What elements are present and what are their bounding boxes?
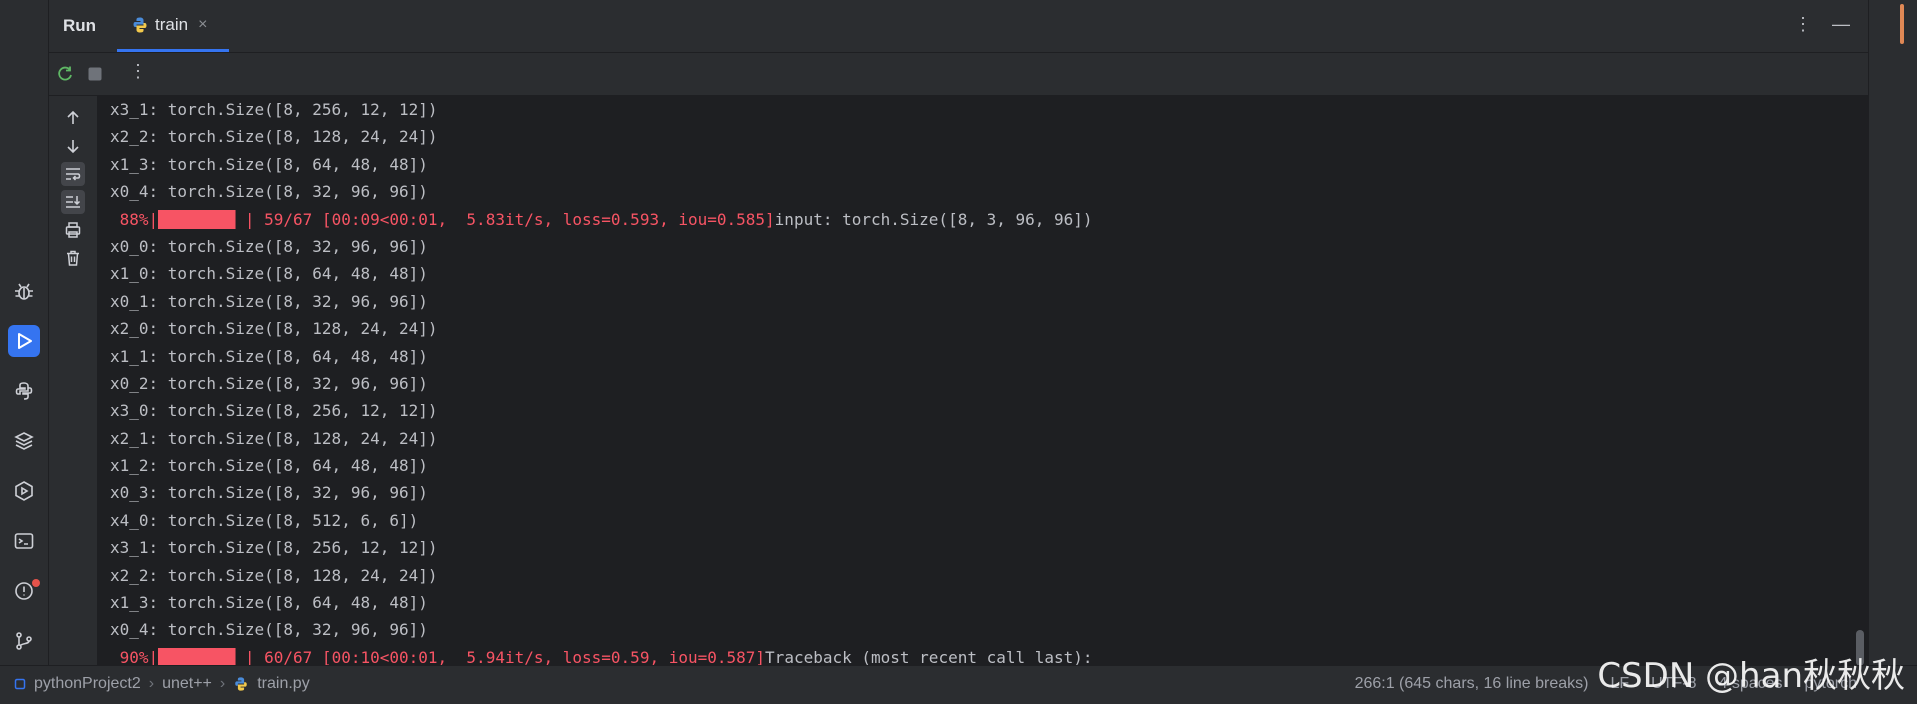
console-line: x2_2: torch.Size([8, 128, 24, 24]) [110, 565, 438, 585]
python-packages-button[interactable] [8, 425, 40, 457]
tab-train-label: train [155, 15, 189, 34]
run-icon [18, 333, 32, 349]
right-strip-accent [1900, 4, 1904, 44]
console-line: x2_1: torch.Size([8, 128, 24, 24]) [110, 428, 438, 448]
debug-tool-button[interactable] [8, 275, 40, 307]
progress-tail-text: Traceback (most recent call last): [765, 647, 1093, 665]
services-icon [15, 481, 33, 501]
run-toolbar: ⋮ [49, 53, 1868, 96]
scroll-down-button[interactable] [61, 134, 85, 158]
run-tool-button[interactable] [8, 325, 40, 357]
tab-active-indicator [117, 49, 229, 52]
run-panel-title: Run [63, 16, 97, 35]
console-line: x2_0: torch.Size([8, 128, 24, 24]) [110, 319, 438, 339]
bug-icon [15, 283, 33, 300]
toolbar-more-icon[interactable]: ⋮ [129, 61, 147, 82]
watermark: CSDN @han秋秋秋 [1597, 656, 1905, 696]
breadcrumb-separator-icon: › [148, 675, 155, 692]
run-panel-header: Run train × ⋮ — [49, 0, 1868, 53]
progress-line: 88%|████████ | 59/67 [00:09<00:01, 5.83i… [110, 206, 1093, 233]
console-line: x3_0: torch.Size([8, 256, 12, 12]) [110, 401, 438, 421]
console-line: x1_0: torch.Size([8, 64, 48, 48]) [110, 264, 428, 284]
console-line: x1_1: torch.Size([8, 64, 48, 48]) [110, 346, 428, 366]
trash-icon [67, 250, 79, 266]
python-file-icon [133, 17, 147, 33]
soft-wrap-icon [66, 168, 81, 181]
progress-line: 90%|████████ | 60/67 [00:10<00:01, 5.94i… [110, 644, 1093, 665]
progress-info: | 59/67 [00:09<00:01, 5.83it/s, loss=0.5… [235, 209, 775, 229]
services-tool-button[interactable] [8, 475, 40, 507]
more-options-icon[interactable]: ⋮ [1794, 14, 1812, 35]
console-line: x4_0: torch.Size([8, 512, 6, 6]) [110, 510, 419, 530]
console-line: x1_3: torch.Size([8, 64, 48, 48]) [110, 593, 428, 613]
progress-tail-text: input: torch.Size([8, 3, 96, 96]) [774, 209, 1093, 229]
tab-train[interactable]: train × [117, 0, 229, 52]
soft-wrap-button[interactable] [61, 162, 85, 186]
console-line: x0_1: torch.Size([8, 32, 96, 96]) [110, 291, 428, 311]
python-console-button[interactable] [8, 375, 40, 407]
console-side-toolbar [49, 96, 97, 665]
console-line: x3_1: torch.Size([8, 256, 12, 12]) [110, 538, 438, 558]
breadcrumb: pythonProject2 › unet++ › train.py [14, 675, 310, 693]
git-tool-button[interactable] [8, 625, 40, 657]
print-button[interactable] [61, 218, 85, 242]
stop-icon [88, 67, 102, 81]
notification-dot [32, 579, 40, 587]
terminal-icon [14, 533, 34, 549]
console-line: x3_1: torch.Size([8, 256, 12, 12]) [110, 100, 438, 119]
scroll-to-end-icon [66, 196, 81, 208]
git-branch-icon [16, 632, 32, 650]
tab-close-icon[interactable]: × [198, 16, 207, 34]
left-tool-strip [0, 0, 49, 703]
minimize-icon[interactable]: — [1832, 14, 1850, 35]
python-icon [15, 382, 33, 400]
breadcrumb-file[interactable]: train.py [257, 675, 309, 693]
breadcrumb-separator-icon: › [219, 675, 226, 692]
print-icon [65, 222, 81, 238]
caret-position[interactable]: 266:1 (645 chars, 16 line breaks) [1355, 675, 1589, 693]
right-tool-strip [1868, 0, 1917, 665]
progress-percent: 88%| [110, 209, 159, 229]
python-file-icon [235, 677, 247, 691]
problems-tool-button[interactable] [8, 575, 40, 607]
layers-icon [14, 432, 34, 450]
arrow-down-icon [67, 140, 79, 154]
progress-bar: ████████ [158, 647, 236, 665]
clear-console-button[interactable] [61, 246, 85, 270]
stop-button[interactable] [87, 66, 103, 87]
arrow-up-icon [67, 110, 79, 124]
project-icon [14, 678, 26, 690]
console-output[interactable]: x3_1: torch.Size([8, 256, 12, 12]) x2_2: … [97, 96, 1868, 665]
scroll-up-button[interactable] [61, 106, 85, 130]
console-line: x0_2: torch.Size([8, 32, 96, 96]) [110, 373, 428, 393]
terminal-tool-button[interactable] [8, 525, 40, 557]
console-line: x0_4: torch.Size([8, 32, 96, 96]) [110, 182, 428, 202]
console-line: x0_4: torch.Size([8, 32, 96, 96]) [110, 620, 428, 640]
progress-info: | 60/67 [00:10<00:01, 5.94it/s, loss=0.5… [235, 647, 766, 665]
console-line: x0_3: torch.Size([8, 32, 96, 96]) [110, 483, 428, 503]
console-line: x1_3: torch.Size([8, 64, 48, 48]) [110, 154, 428, 174]
console-line: x1_2: torch.Size([8, 64, 48, 48]) [110, 456, 428, 476]
console-line: x0_0: torch.Size([8, 32, 96, 96]) [110, 236, 428, 256]
progress-bar: ████████ [158, 209, 236, 229]
scroll-to-end-button[interactable] [61, 190, 85, 214]
console-line: x2_2: torch.Size([8, 128, 24, 24]) [110, 127, 438, 147]
breadcrumb-folder[interactable]: unet++ [162, 675, 212, 693]
rerun-button[interactable] [55, 64, 75, 89]
progress-percent: 90%| [110, 647, 159, 665]
breadcrumb-project[interactable]: pythonProject2 [34, 675, 141, 693]
rerun-icon [58, 66, 72, 81]
